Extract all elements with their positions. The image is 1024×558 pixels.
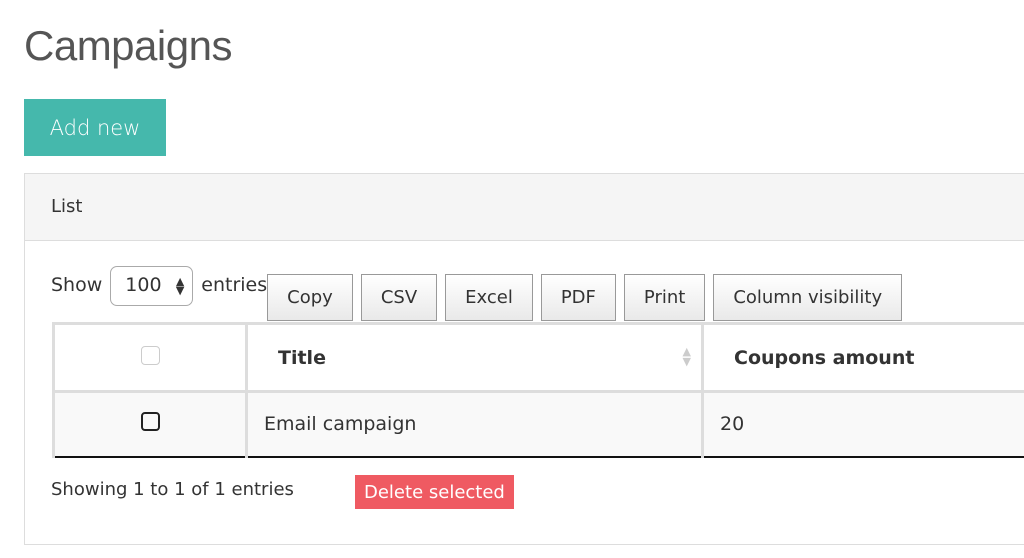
table-controls: Show 100 ▲ ▼ entries Copy CSV Excel PDF Pr… — [51, 266, 903, 321]
print-button[interactable]: Print — [623, 274, 706, 321]
entries-select[interactable]: 100 ▲ ▼ — [110, 266, 194, 306]
excel-button[interactable]: Excel — [445, 274, 533, 321]
entries-label: entries — [201, 274, 268, 296]
copy-button[interactable]: Copy — [267, 274, 353, 321]
sort-icon: ▲ ▼ — [682, 345, 691, 368]
coupons-amount-cell: 20 — [701, 390, 1024, 458]
select-all-checkbox[interactable] — [140, 345, 160, 365]
csv-button[interactable]: CSV — [360, 274, 438, 321]
delete-selected-button[interactable]: Delete selected — [355, 475, 514, 509]
campaigns-table: Title ▲ ▼ Coupons amount Email campaign 20 — [52, 322, 1024, 458]
table-info: Showing 1 to 1 of 1 entries — [51, 479, 294, 500]
show-label: Show — [51, 274, 103, 296]
row-checkbox[interactable] — [140, 412, 160, 432]
select-all-header — [52, 322, 248, 393]
column-visibility-button[interactable]: Column visibility — [713, 274, 903, 321]
title-cell: Email campaign — [245, 390, 704, 458]
add-new-button[interactable]: Add new — [24, 99, 166, 156]
entries-value: 100 — [125, 274, 162, 296]
column-header-coupons-amount[interactable]: Coupons amount — [701, 322, 1024, 393]
column-header-title[interactable]: Title ▲ ▼ — [245, 322, 704, 393]
page-title: Campaigns — [24, 22, 232, 69]
row-select-cell — [52, 390, 248, 458]
sort-arrows-icon: ▲ ▼ — [175, 275, 185, 297]
list-card: List Show 100 ▲ ▼ entries Copy CSV Excel P… — [24, 173, 1024, 545]
title-header-label: Title — [278, 346, 326, 369]
table-row: Email campaign 20 — [52, 390, 1024, 458]
card-header: List — [25, 174, 1024, 241]
pdf-button[interactable]: PDF — [540, 274, 616, 321]
